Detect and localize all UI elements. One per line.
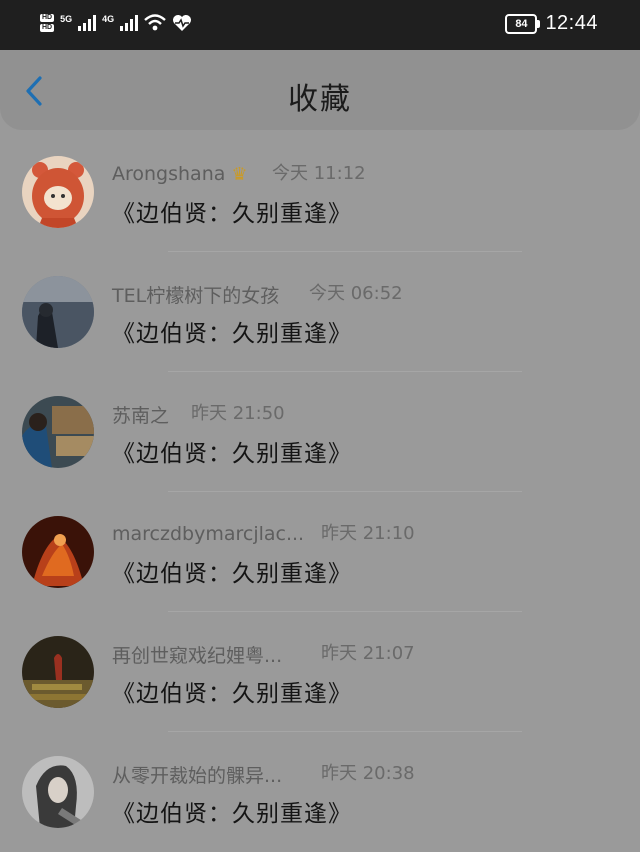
timestamp: 昨天 21:07 xyxy=(321,643,415,664)
user-name: 从零开裁始的髁异... xyxy=(112,764,283,787)
work-title[interactable]: 《边伯贤：久别重逢》 xyxy=(112,794,352,828)
hd-badges: HD HD xyxy=(40,14,55,32)
work-title[interactable]: 《边伯贤：久别重逢》 xyxy=(112,434,352,468)
item-meta: marczdbymarcjlac... xyxy=(112,522,304,546)
network-type-4g: 4G xyxy=(102,14,115,24)
work-title[interactable]: 《边伯贤：久别重逢》 xyxy=(112,674,352,708)
hd-badge: HD xyxy=(40,14,55,22)
list-item[interactable]: marczdbymarcjlac... 昨天 21:10 《边伯贤：久别重逢》 xyxy=(0,492,640,612)
status-bar: HD HD 5G 4G 84 12:44 xyxy=(0,0,640,50)
avatar[interactable] xyxy=(22,156,94,228)
heart-rate-icon xyxy=(173,15,192,31)
timestamp: 昨天 21:10 xyxy=(321,523,415,544)
list-item[interactable]: 再创世窥戏纪娌粤... 昨天 21:07 《边伯贤：久别重逢》 xyxy=(0,612,640,732)
avatar[interactable] xyxy=(22,516,94,588)
list-item[interactable]: TEL柠檬树下的女孩 今天 06:52 《边伯贤：久别重逢》 xyxy=(0,252,640,372)
avatar[interactable] xyxy=(22,636,94,708)
user-name: TEL柠檬树下的女孩 xyxy=(112,284,280,307)
timestamp: 今天 06:52 xyxy=(309,283,403,304)
timestamp: 今天 11:12 xyxy=(272,163,366,184)
user-name: 苏南之 xyxy=(112,404,170,427)
list-item[interactable]: 苏南之 昨天 21:50 《边伯贤：久别重逢》 xyxy=(0,372,640,492)
item-meta: 再创世窥戏纪娌粤... xyxy=(112,642,283,667)
user-name: 再创世窥戏纪娌粤... xyxy=(112,644,283,667)
avatar[interactable] xyxy=(22,756,94,828)
work-title[interactable]: 《边伯贤：久别重逢》 xyxy=(112,314,352,348)
work-title[interactable]: 《边伯贤：久别重逢》 xyxy=(112,194,352,228)
battery-icon: 84 xyxy=(505,13,541,34)
user-name: marczdbymarcjlac... xyxy=(112,523,305,545)
user-name: Arongshana xyxy=(112,163,226,185)
clock: 12:44 xyxy=(545,12,598,34)
timestamp: 昨天 20:38 xyxy=(321,763,415,784)
item-meta: 从零开裁始的髁异... xyxy=(112,762,283,787)
timestamp: 昨天 21:50 xyxy=(191,403,285,424)
wifi-icon xyxy=(144,14,166,31)
item-meta: 苏南之 xyxy=(112,402,170,427)
signal-icon xyxy=(120,15,139,31)
battery-level: 84 xyxy=(515,17,528,30)
avatar[interactable] xyxy=(22,396,94,468)
avatar[interactable] xyxy=(22,276,94,348)
item-meta: TEL柠檬树下的女孩 xyxy=(112,282,280,307)
item-meta: Arongshana ♛ xyxy=(112,162,248,186)
crown-icon: ♛ xyxy=(231,163,248,185)
hd-badge: HD xyxy=(40,24,55,32)
signal-icon xyxy=(78,15,97,31)
status-left: HD HD 5G 4G xyxy=(40,14,192,32)
favorites-list: Arongshana ♛ 今天 11:12 《边伯贤：久别重逢》 TEL柠檬树下… xyxy=(0,132,640,852)
status-right: 84 12:44 xyxy=(505,12,598,35)
app-header: 收藏 xyxy=(0,50,640,130)
list-item[interactable]: 从零开裁始的髁异... 昨天 20:38 《边伯贤：久别重逢》 xyxy=(0,732,640,852)
list-item[interactable]: Arongshana ♛ 今天 11:12 《边伯贤：久别重逢》 xyxy=(0,132,640,252)
page-title: 收藏 xyxy=(288,82,352,117)
work-title[interactable]: 《边伯贤：久别重逢》 xyxy=(112,554,352,588)
network-type-5g: 5G xyxy=(60,14,73,24)
